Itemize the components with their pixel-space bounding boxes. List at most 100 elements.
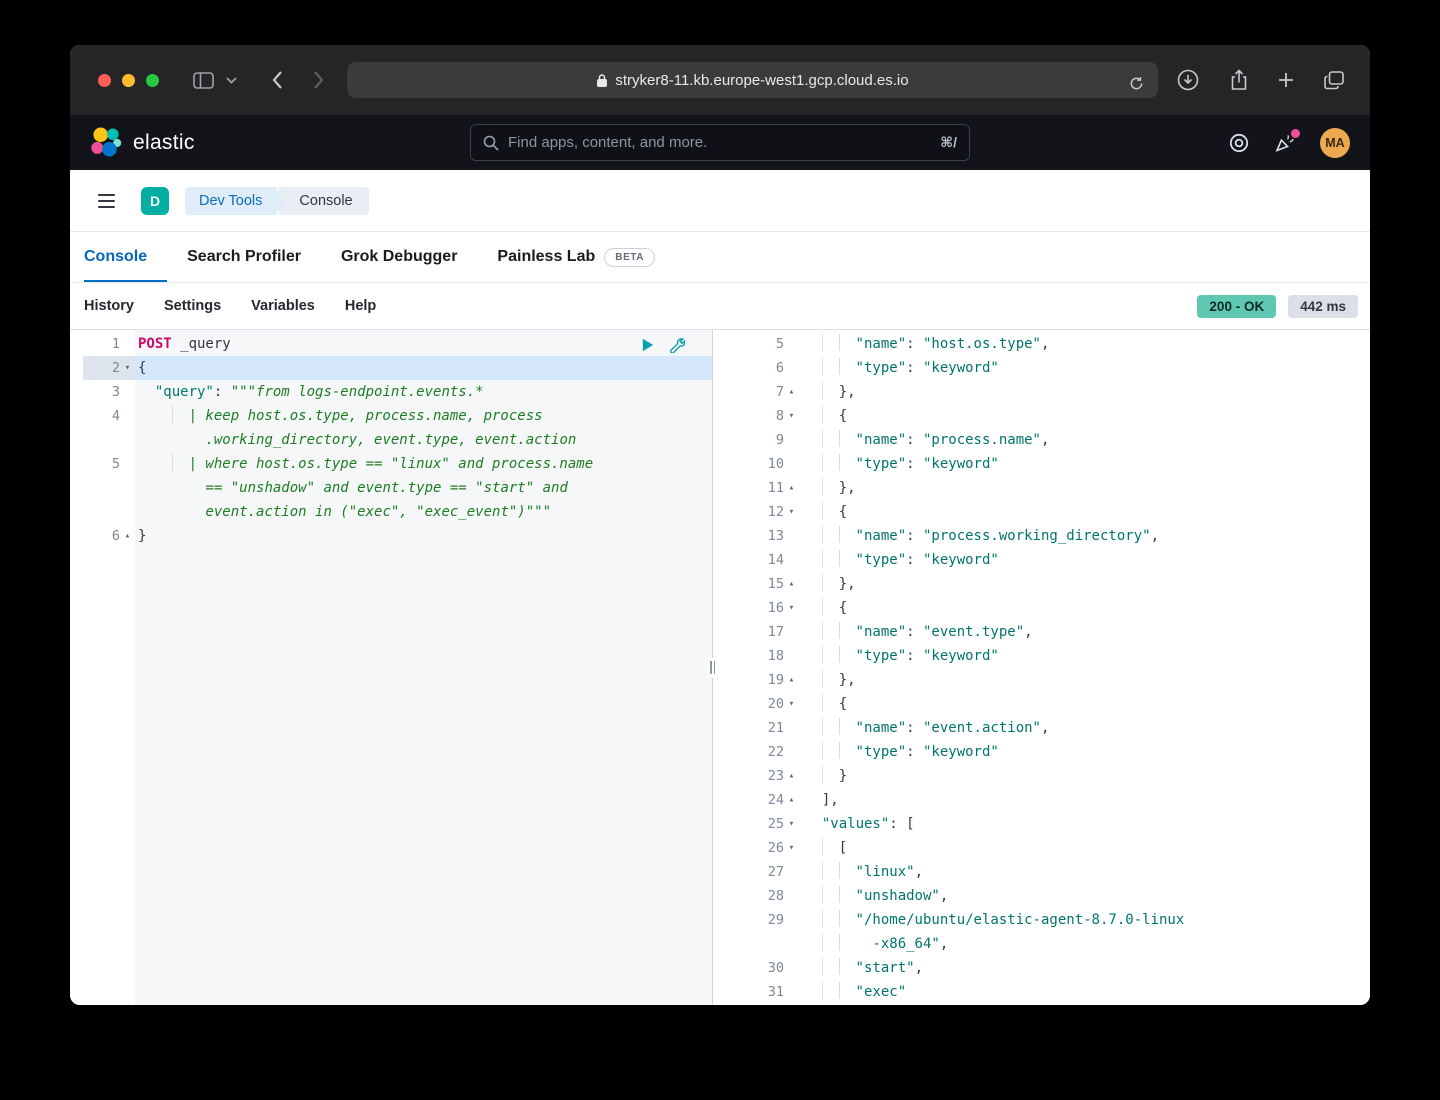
response-line[interactable]: 21 "name": "event.action", (713, 716, 1370, 740)
search-shortcut-hint: ⌘/ (940, 134, 957, 151)
line-gutter: 17 (713, 620, 799, 644)
global-search-bar[interactable]: ⌘/ (470, 124, 970, 161)
menu-button[interactable] (94, 190, 119, 212)
response-line[interactable]: 15▴ }, (713, 572, 1370, 596)
help-link[interactable]: Help (345, 298, 376, 314)
response-line[interactable]: 22 "type": "keyword" (713, 740, 1370, 764)
response-line[interactable]: -x86_64", (713, 932, 1370, 956)
settings-link[interactable]: Settings (164, 298, 221, 314)
help-button[interactable] (1228, 132, 1250, 154)
elastic-logo[interactable] (90, 127, 123, 158)
request-editor[interactable]: 1POST _query2▾{3 "query": """from logs-e… (83, 330, 712, 1005)
request-line[interactable]: 4 | keep host.os.type, process.name, pro… (83, 404, 712, 428)
indent-guide (839, 430, 856, 447)
code-token: [ (839, 840, 847, 856)
response-line[interactable]: 10 "type": "keyword" (713, 452, 1370, 476)
fold-toggle-icon[interactable]: ▴ (120, 524, 135, 548)
tab-console[interactable]: Console (84, 232, 167, 282)
fold-toggle-icon[interactable]: ▾ (784, 596, 799, 620)
response-line[interactable]: 14 "type": "keyword" (713, 548, 1370, 572)
user-avatar[interactable]: MA (1320, 128, 1350, 158)
response-line[interactable]: 25▾ "values": [ (713, 812, 1370, 836)
response-line[interactable]: 31 "exec" (713, 980, 1370, 1004)
code-token: { (839, 696, 847, 712)
response-line[interactable]: 12▾ { (713, 500, 1370, 524)
history-link[interactable]: History (84, 298, 134, 314)
fold-toggle-icon[interactable]: ▴ (784, 764, 799, 788)
zoom-window-button[interactable] (146, 74, 159, 87)
code-text: "linux", (799, 860, 1370, 884)
request-line[interactable]: event.action in ("exec", "exec_event")""… (83, 500, 712, 524)
minimize-window-button[interactable] (122, 74, 135, 87)
response-line[interactable]: 26▾ [ (713, 836, 1370, 860)
downloads-button[interactable] (1172, 64, 1204, 96)
fold-toggle-icon[interactable]: ▴ (784, 476, 799, 500)
tab-grok-debugger[interactable]: Grok Debugger (321, 232, 477, 282)
deployment-badge[interactable]: D (141, 187, 169, 215)
code-text: POST _query (135, 332, 712, 356)
splitter-handle-icon[interactable] (708, 658, 717, 678)
tab-search-profiler[interactable]: Search Profiler (167, 232, 321, 282)
fold-toggle-icon[interactable]: ▾ (120, 356, 135, 380)
request-line[interactable]: 6▴} (83, 524, 712, 548)
sidebar-toggle-button[interactable] (189, 68, 218, 93)
fold-toggle-icon[interactable]: ▾ (784, 812, 799, 836)
fold-toggle-icon[interactable]: ▴ (784, 572, 799, 596)
request-line[interactable]: == "unshadow" and event.type == "start" … (83, 476, 712, 500)
response-line[interactable]: 6 "type": "keyword" (713, 356, 1370, 380)
variables-link[interactable]: Variables (251, 298, 315, 314)
line-gutter: 21 (713, 716, 799, 740)
request-line[interactable]: .working_directory, event.type, event.ac… (83, 428, 712, 452)
response-line[interactable]: 8▾ { (713, 404, 1370, 428)
indent-guide (839, 862, 856, 879)
fold-toggle-icon[interactable]: ▾ (784, 836, 799, 860)
address-bar[interactable]: stryker8-11.kb.europe-west1.gcp.cloud.es… (347, 62, 1158, 98)
global-search-input[interactable] (508, 134, 931, 151)
code-token: "keyword" (923, 552, 999, 568)
response-line[interactable]: 18 "type": "keyword" (713, 644, 1370, 668)
response-line[interactable]: 29 "/home/ubuntu/elastic-agent-8.7.0-lin… (713, 908, 1370, 932)
tab-painless-lab[interactable]: Painless Lab BETA (477, 232, 675, 282)
response-line[interactable]: 7▴ }, (713, 380, 1370, 404)
response-line[interactable]: 19▴ }, (713, 668, 1370, 692)
fold-toggle-icon[interactable]: ▴ (784, 788, 799, 812)
response-line[interactable]: 9 "name": "process.name", (713, 428, 1370, 452)
response-line[interactable]: 5 "name": "host.os.type", (713, 332, 1370, 356)
panel-splitter[interactable] (712, 330, 713, 1005)
new-tab-button[interactable] (1274, 68, 1298, 92)
fold-toggle-icon[interactable]: ▴ (784, 668, 799, 692)
send-request-button[interactable] (640, 337, 655, 353)
response-line[interactable]: 17 "name": "event.type", (713, 620, 1370, 644)
back-button[interactable] (267, 66, 287, 94)
fold-toggle-icon[interactable]: ▾ (784, 692, 799, 716)
line-number: 29 (713, 908, 784, 932)
fold-toggle-icon[interactable]: ▾ (784, 500, 799, 524)
tab-overview-button[interactable] (1320, 67, 1348, 94)
response-line[interactable]: 30 "start", (713, 956, 1370, 980)
request-line[interactable]: 1POST _query (83, 332, 712, 356)
tab-group-chevron-button[interactable] (222, 73, 241, 88)
newsfeed-button[interactable] (1274, 132, 1296, 154)
close-window-button[interactable] (98, 74, 111, 87)
fold-toggle-icon[interactable]: ▴ (784, 380, 799, 404)
response-line[interactable]: 24▴ ], (713, 788, 1370, 812)
request-line[interactable]: 2▾{ (83, 356, 712, 380)
reload-button[interactable] (1125, 72, 1148, 95)
forward-button[interactable] (309, 66, 329, 94)
code-text: "type": "keyword" (799, 452, 1370, 476)
response-line[interactable]: 27 "linux", (713, 860, 1370, 884)
response-line[interactable]: 16▾ { (713, 596, 1370, 620)
response-line[interactable]: 28 "unshadow", (713, 884, 1370, 908)
request-line[interactable]: 3 "query": """from logs-endpoint.events.… (83, 380, 712, 404)
breadcrumb-dev-tools[interactable]: Dev Tools (185, 187, 276, 215)
response-line[interactable]: 13 "name": "process.working_directory", (713, 524, 1370, 548)
response-line[interactable]: 11▴ }, (713, 476, 1370, 500)
request-options-button[interactable] (669, 337, 685, 353)
response-line[interactable]: 23▴ } (713, 764, 1370, 788)
response-viewer[interactable]: 5 "name": "host.os.type",6 "type": "keyw… (713, 330, 1370, 1005)
indent-guide (839, 742, 856, 759)
share-button[interactable] (1226, 65, 1252, 95)
request-line[interactable]: 5 | where host.os.type == "linux" and pr… (83, 452, 712, 476)
response-line[interactable]: 20▾ { (713, 692, 1370, 716)
fold-toggle-icon[interactable]: ▾ (784, 404, 799, 428)
